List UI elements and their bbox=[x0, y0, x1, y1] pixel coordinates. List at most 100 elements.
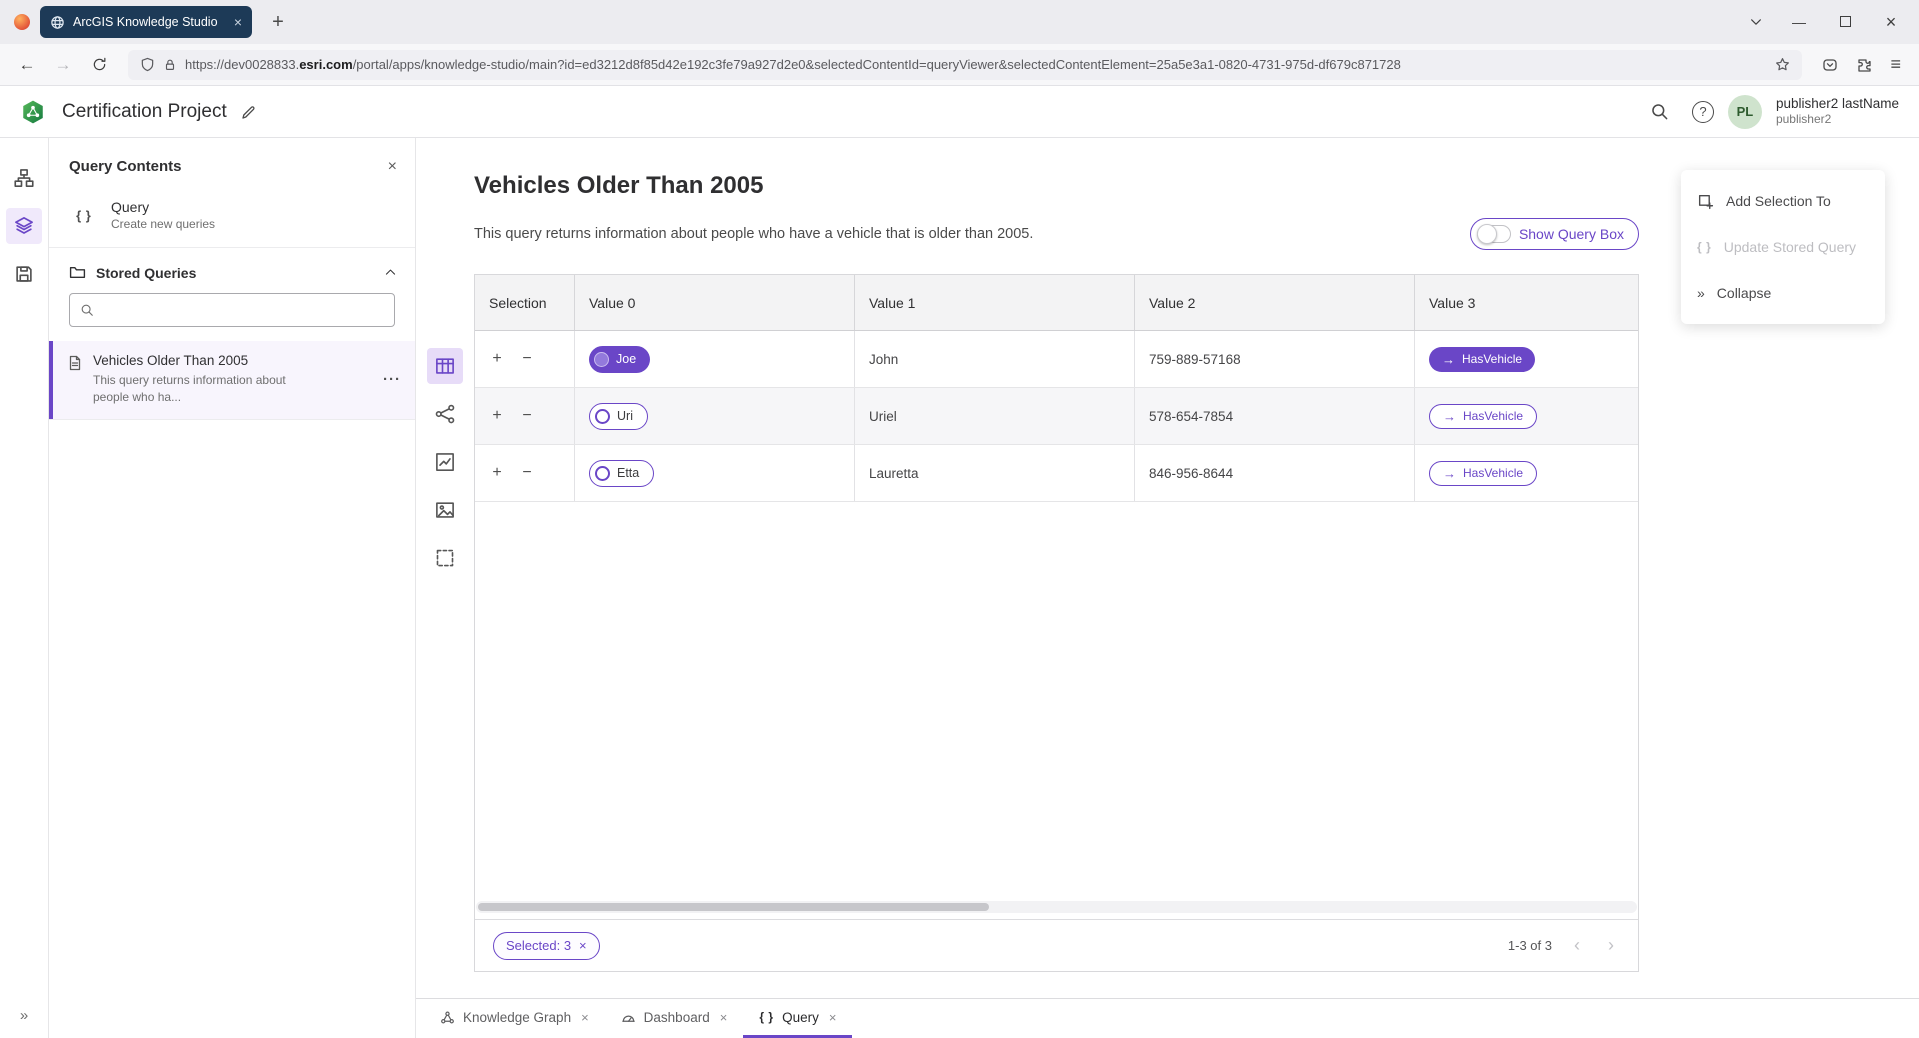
tab-list-chevron-icon[interactable] bbox=[1749, 15, 1763, 29]
table-row[interactable]: + − Etta Lauretta 846-956-8644 →HasVehic… bbox=[475, 445, 1638, 502]
column-header: Value 0 bbox=[575, 275, 855, 330]
lock-icon[interactable] bbox=[163, 58, 177, 72]
tab-query[interactable]: { } Query × bbox=[743, 999, 852, 1038]
add-selection-plus[interactable]: + bbox=[489, 350, 505, 368]
arrow-right-icon: → bbox=[1443, 466, 1456, 481]
app-header: Certification Project ? PL publisher2 la… bbox=[0, 86, 1919, 138]
browser-tab[interactable]: ArcGIS Knowledge Studio × bbox=[40, 6, 252, 38]
new-tab-button[interactable]: + bbox=[264, 11, 292, 34]
add-selection-plus[interactable]: + bbox=[489, 407, 505, 425]
reload-button[interactable] bbox=[84, 50, 114, 80]
stored-query-item[interactable]: Vehicles Older Than 2005 This query retu… bbox=[49, 341, 415, 420]
menu-item-collapse[interactable]: » Collapse bbox=[1681, 270, 1885, 316]
globe-icon bbox=[50, 15, 65, 30]
stored-queries-header[interactable]: Stored Queries bbox=[49, 248, 415, 293]
stored-query-title: Vehicles Older Than 2005 bbox=[93, 353, 293, 368]
item-options-kebab-icon[interactable]: ··· bbox=[383, 371, 401, 388]
show-query-box-toggle[interactable]: Show Query Box bbox=[1470, 218, 1639, 250]
link-chart-icon[interactable] bbox=[427, 396, 463, 432]
arrow-right-icon: → bbox=[1443, 409, 1456, 424]
row-range-label: 1-3 of 3 bbox=[1508, 938, 1552, 953]
node-dot-icon bbox=[595, 466, 610, 481]
search-input[interactable] bbox=[102, 303, 384, 318]
stored-queries-search[interactable] bbox=[69, 293, 395, 327]
bookmark-star-icon[interactable] bbox=[1775, 57, 1790, 72]
next-page-icon[interactable]: › bbox=[1602, 935, 1620, 956]
window-close-button[interactable]: × bbox=[1881, 12, 1901, 33]
add-selection-plus[interactable]: + bbox=[489, 464, 505, 482]
url-bar[interactable]: https://dev0028833.esri.com/portal/apps/… bbox=[128, 50, 1802, 80]
toggle-switch[interactable] bbox=[1477, 225, 1511, 243]
back-button[interactable]: ← bbox=[12, 50, 42, 80]
image-icon[interactable] bbox=[427, 492, 463, 528]
double-chevron-right-icon: » bbox=[1697, 285, 1705, 301]
browser-navbar: ← → https://dev0028833.esri.com/portal/a… bbox=[0, 44, 1919, 86]
help-icon[interactable]: ? bbox=[1692, 101, 1714, 123]
pocket-icon[interactable] bbox=[1822, 57, 1838, 73]
window-maximize-button[interactable] bbox=[1835, 14, 1855, 30]
previous-page-icon[interactable]: ‹ bbox=[1568, 935, 1586, 956]
arrow-right-icon: → bbox=[1442, 352, 1455, 367]
expand-rail-icon[interactable]: » bbox=[20, 1007, 28, 1024]
menu-item-update-stored-query[interactable]: { } Update Stored Query bbox=[1681, 224, 1885, 270]
menu-hamburger-icon[interactable]: ≡ bbox=[1890, 54, 1901, 75]
selection-context-menu: Add Selection To { } Update Stored Query… bbox=[1681, 170, 1885, 324]
cell-value: 846-956-8644 bbox=[1135, 445, 1415, 501]
panel-close-icon[interactable]: × bbox=[388, 159, 397, 175]
contents-layers-icon[interactable] bbox=[6, 208, 42, 244]
remove-selection-minus[interactable]: − bbox=[519, 350, 535, 368]
tab-dashboard[interactable]: Dashboard × bbox=[605, 999, 744, 1038]
forward-button[interactable]: → bbox=[48, 50, 78, 80]
cell-value: Uriel bbox=[855, 388, 1135, 444]
new-query-item[interactable]: { } Query Create new queries bbox=[49, 189, 415, 248]
extensions-icon[interactable] bbox=[1856, 57, 1872, 73]
cell-value: 759-889-57168 bbox=[1135, 331, 1415, 387]
marquee-select-icon[interactable] bbox=[427, 540, 463, 576]
remove-selection-minus[interactable]: − bbox=[519, 407, 535, 425]
column-header: Value 3 bbox=[1415, 275, 1638, 330]
data-model-icon[interactable] bbox=[6, 160, 42, 196]
table-row[interactable]: + − Joe John 759-889-57168 →HasVehicle bbox=[475, 331, 1638, 388]
close-tab-icon[interactable]: × bbox=[720, 1010, 728, 1025]
user-info[interactable]: publisher2 lastName publisher2 bbox=[1776, 96, 1899, 128]
close-tab-icon[interactable]: × bbox=[829, 1010, 837, 1025]
tab-close-icon[interactable]: × bbox=[234, 14, 242, 30]
chart-icon[interactable] bbox=[427, 444, 463, 480]
braces-icon: { } bbox=[69, 200, 99, 230]
node-dot-icon bbox=[594, 352, 609, 367]
tab-knowledge-graph[interactable]: Knowledge Graph × bbox=[424, 999, 605, 1038]
new-query-label: Query bbox=[111, 199, 215, 215]
braces-icon: { } bbox=[1697, 240, 1712, 254]
relationship-pill[interactable]: →HasVehicle bbox=[1429, 404, 1537, 429]
left-icon-rail: » bbox=[0, 138, 49, 1038]
table-header-row: Selection Value 0 Value 1 Value 2 Value … bbox=[475, 275, 1638, 331]
relationship-pill[interactable]: →HasVehicle bbox=[1429, 347, 1535, 372]
search-icon[interactable] bbox=[1642, 94, 1678, 130]
shield-icon[interactable] bbox=[140, 57, 155, 72]
entity-node-pill[interactable]: Uri bbox=[589, 403, 648, 430]
view-toolbar bbox=[416, 138, 474, 998]
arcgis-knowledge-logo[interactable] bbox=[20, 99, 46, 125]
search-icon bbox=[80, 303, 94, 317]
edit-title-pencil-icon[interactable] bbox=[231, 94, 267, 130]
collapse-chevron-icon[interactable] bbox=[384, 266, 397, 279]
results-table: Selection Value 0 Value 1 Value 2 Value … bbox=[474, 274, 1639, 972]
window-minimize-button[interactable]: — bbox=[1789, 14, 1809, 30]
clear-selection-icon[interactable]: × bbox=[579, 938, 587, 953]
scrollbar-thumb[interactable] bbox=[478, 903, 989, 911]
save-icon[interactable] bbox=[6, 256, 42, 292]
horizontal-scrollbar[interactable] bbox=[476, 901, 1637, 913]
entity-node-pill[interactable]: Etta bbox=[589, 460, 654, 487]
table-view-icon[interactable] bbox=[427, 348, 463, 384]
menu-item-add-selection-to[interactable]: Add Selection To bbox=[1681, 178, 1885, 224]
close-tab-icon[interactable]: × bbox=[581, 1010, 589, 1025]
remove-selection-minus[interactable]: − bbox=[519, 464, 535, 482]
panel-title: Query Contents bbox=[69, 158, 182, 175]
table-row[interactable]: + − Uri Uriel 578-654-7854 →HasVehicle bbox=[475, 388, 1638, 445]
relationship-pill[interactable]: →HasVehicle bbox=[1429, 461, 1537, 486]
add-selection-icon bbox=[1697, 193, 1714, 210]
stored-query-description: This query returns information about peo… bbox=[93, 372, 293, 407]
entity-node-pill[interactable]: Joe bbox=[589, 346, 650, 373]
selected-count-chip[interactable]: Selected: 3 × bbox=[493, 932, 600, 960]
user-avatar[interactable]: PL bbox=[1728, 95, 1762, 129]
